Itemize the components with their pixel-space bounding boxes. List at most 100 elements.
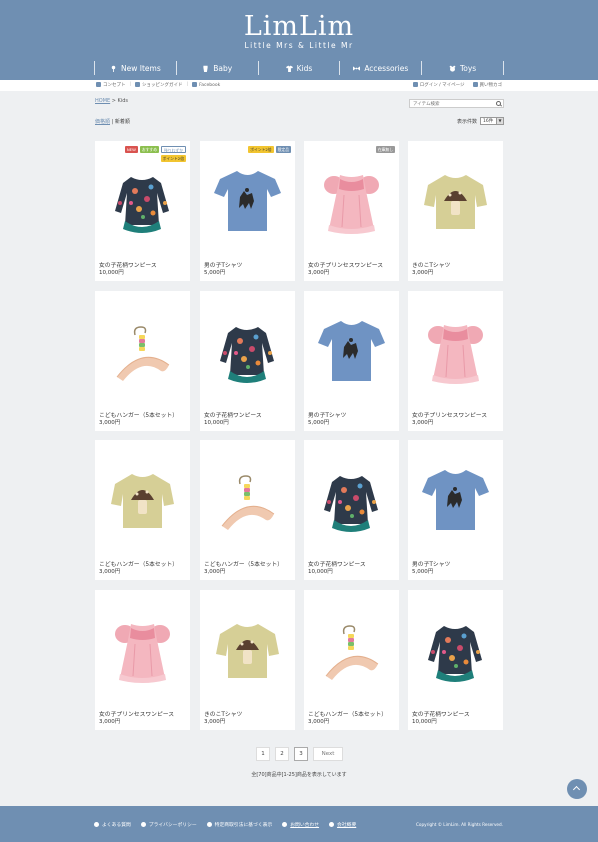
product-image[interactable] [304, 141, 399, 253]
footer-link-label: お問い合わせ [290, 823, 320, 828]
page-1[interactable]: 1 [256, 747, 270, 761]
util-link-guide[interactable]: ショッピングガイド [135, 82, 183, 88]
nav-label: Baby [213, 63, 233, 73]
product-image[interactable] [408, 440, 503, 552]
footer-link-company[interactable]: 会社概要 [329, 821, 356, 828]
product-card[interactable]: NEW おすすめ 残りわずか ポイント2倍 女の子花柄ワンピース 10,000円 [95, 141, 190, 281]
shirt-icon [285, 65, 293, 72]
product-image[interactable] [95, 440, 190, 552]
divider: | [129, 82, 132, 87]
chevron-down-icon: ▼ [496, 118, 503, 124]
search-box [409, 99, 504, 108]
nav-baby[interactable]: Baby [175, 61, 258, 75]
divider: | [186, 82, 189, 87]
footer-link-label: プライバシーポリシー [148, 823, 197, 828]
sort-options: 価格順 | 新着順 [95, 118, 130, 125]
footer-link-label: 特定商取引法に基づく表示 [214, 823, 273, 828]
items-per-page-select[interactable]: 16件 ▼ [480, 117, 504, 125]
nav-kids[interactable]: Kids [257, 61, 340, 75]
product-badge: ポイント2倍 [248, 146, 274, 153]
product-card[interactable]: こどもハンガー（5本セット） 3,000円 [95, 291, 190, 431]
nav-label: Accessories [364, 63, 409, 73]
product-card[interactable]: 男の子Tシャツ 5,000円 [408, 440, 503, 580]
breadcrumb-home[interactable]: HOME [95, 98, 110, 104]
product-image[interactable] [304, 590, 399, 702]
product-image[interactable] [200, 141, 295, 253]
footer-link-label: よくある質問 [102, 823, 131, 828]
product-price: 5,000円 [412, 569, 434, 575]
product-badge: ポイント2倍 [160, 155, 186, 162]
search-icon[interactable] [496, 101, 501, 106]
product-badges: ポイント2倍 限定品 [221, 146, 291, 153]
items-per-page-value: 16件 [483, 119, 494, 124]
items-per-page: 表示件数 16件 ▼ [457, 117, 504, 125]
product-card[interactable]: 在庫無し 女の子プリンセスワンピース 3,000円 [304, 141, 399, 281]
util-link-label: ショッピングガイド [142, 83, 183, 88]
product-image[interactable] [304, 291, 399, 403]
product-image[interactable] [200, 291, 295, 403]
product-image[interactable] [408, 291, 503, 403]
pin-icon [111, 65, 116, 72]
search-input[interactable] [410, 101, 490, 108]
footer-link-contact[interactable]: お問い合わせ [282, 821, 319, 828]
page-3[interactable]: 3 [294, 747, 308, 761]
product-image[interactable] [95, 590, 190, 702]
product-card[interactable]: 女の子花柄ワンピース 10,000円 [408, 590, 503, 730]
product-price: 3,000円 [99, 420, 121, 426]
product-price: 3,000円 [204, 719, 226, 725]
product-card[interactable]: ポイント2倍 限定品 男の子Tシャツ 5,000円 [200, 141, 295, 281]
footer-link-faq[interactable]: よくある質問 [94, 821, 131, 828]
product-price: 3,000円 [412, 270, 434, 276]
arrow-circle-icon [140, 822, 146, 827]
product-card[interactable]: 女の子プリンセスワンピース 3,000円 [95, 590, 190, 730]
cart-icon [472, 82, 478, 87]
product-badges: 在庫無し [325, 146, 395, 153]
product-image[interactable] [408, 590, 503, 702]
baby-icon [203, 65, 208, 72]
product-card[interactable]: 女の子プリンセスワンピース 3,000円 [408, 291, 503, 431]
product-price: 3,000円 [308, 719, 330, 725]
product-card[interactable]: こどもハンガー（5本セット） 3,000円 [95, 440, 190, 580]
product-price: 10,000円 [99, 270, 124, 276]
login-link[interactable]: ログイン / マイページ [412, 82, 465, 88]
product-card[interactable]: きのこTシャツ 3,000円 [408, 141, 503, 281]
product-card[interactable]: こどもハンガー（5本セット） 3,000円 [304, 590, 399, 730]
product-badges: NEW おすすめ 残りわずか ポイント2倍 [116, 146, 186, 162]
product-card[interactable]: きのこTシャツ 3,000円 [200, 590, 295, 730]
util-link-concept[interactable]: コンセプト [96, 82, 126, 88]
footer-link-privacy[interactable]: プライバシーポリシー [140, 821, 197, 828]
back-to-top-button[interactable] [567, 779, 587, 799]
copyright: Copyright © LimLim. All Rights Reserved. [415, 822, 503, 827]
product-price: 3,000円 [99, 569, 121, 575]
product-card[interactable]: 女の子花柄ワンピース 10,000円 [304, 440, 399, 580]
concept-icon [96, 82, 101, 87]
util-link-facebook[interactable]: Facebook [192, 82, 220, 88]
next-page-button[interactable]: Next [313, 747, 343, 761]
utility-bar: コンセプト | ショッピングガイド | Facebook ログイン / マイペー… [0, 80, 598, 91]
util-link-label: Facebook [199, 83, 221, 88]
product-image[interactable] [304, 440, 399, 552]
logo-text: LimLim [243, 11, 355, 42]
cart-link[interactable]: 買い物カゴ [472, 82, 502, 88]
site-logo[interactable]: LimLim Little Mrs & Little Mr [0, 11, 598, 51]
product-card[interactable]: 男の子Tシャツ 5,000円 [304, 291, 399, 431]
breadcrumb-sep: > [110, 98, 118, 104]
sort-by-price[interactable]: 価格順 [95, 119, 110, 125]
product-price: 3,000円 [412, 420, 434, 426]
product-price: 10,000円 [412, 719, 437, 725]
product-image[interactable] [200, 590, 295, 702]
product-price: 5,000円 [308, 420, 330, 426]
footer-link-legal[interactable]: 特定商取引法に基づく表示 [206, 821, 273, 828]
product-image[interactable] [95, 291, 190, 403]
page-2[interactable]: 2 [275, 747, 289, 761]
product-card[interactable]: こどもハンガー（5本セット） 3,000円 [200, 440, 295, 580]
product-card[interactable]: 女の子花柄ワンピース 10,000円 [200, 291, 295, 431]
product-image[interactable] [408, 141, 503, 253]
result-count: 全[70]商品中[1-25]商品を表示しています [251, 772, 347, 778]
nav-label: New Items [121, 63, 161, 73]
product-price: 3,000円 [99, 719, 121, 725]
nav-toys[interactable]: Toys [421, 61, 504, 75]
nav-accessories[interactable]: Accessories [339, 61, 421, 75]
product-image[interactable] [200, 440, 295, 552]
nav-new-items[interactable]: New Items [94, 61, 176, 75]
